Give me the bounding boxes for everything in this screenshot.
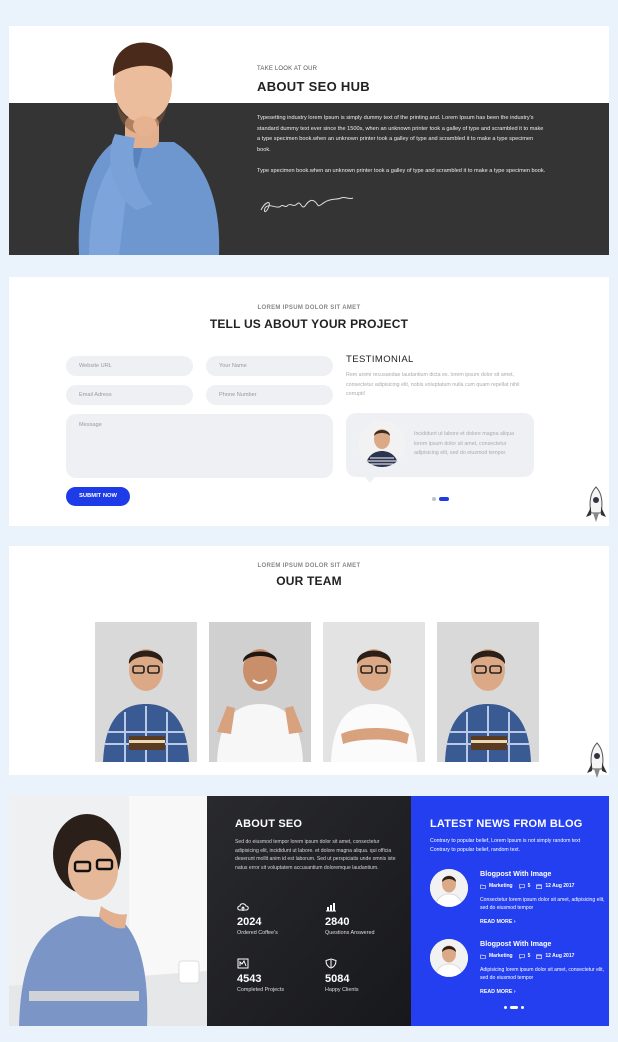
about-seo-panel: ABOUT SEO Sed do eiusmod tempor lorem ip… xyxy=(207,796,411,1026)
cloud-upload-icon xyxy=(237,903,249,911)
team-member-photo[interactable] xyxy=(437,622,539,762)
team-title: OUR TEAM xyxy=(276,574,342,588)
testimonial-title: TESTIMONIAL xyxy=(346,354,414,365)
pagination-dot[interactable] xyxy=(521,1006,524,1009)
stat-value: 2024 xyxy=(237,916,262,928)
team-member-photo[interactable] xyxy=(95,622,197,762)
pagination-dot-active[interactable] xyxy=(439,497,449,501)
blog-panel: LATEST NEWS FROM BLOG Contrary to popula… xyxy=(411,796,609,1026)
blog-post-meta: Marketing 5 12 Aug 2017 xyxy=(480,953,574,959)
testimonial-pagination xyxy=(432,497,449,501)
folder-icon xyxy=(480,954,486,959)
pagination-dot[interactable] xyxy=(432,497,436,501)
bar-chart-icon xyxy=(326,903,336,912)
blog-post-excerpt: Consectetur lorem ipsum dolor sit amet, … xyxy=(480,897,605,912)
testimonial-intro: Rem animi recusandae laudantium dicta es… xyxy=(346,372,520,397)
your-name-field[interactable]: Your Name xyxy=(206,356,333,376)
bottom-section: ABOUT SEO Sed do eiusmod tempor lorem ip… xyxy=(9,796,609,1026)
blog-description: Contrary to popular belief, Lorem Ipsum … xyxy=(430,838,581,853)
stat-value: 2840 xyxy=(325,916,350,928)
read-more-link[interactable]: READ MORE › xyxy=(480,989,516,995)
team-member-photo[interactable] xyxy=(209,622,311,762)
blog-post-title[interactable]: Blogpost With Image xyxy=(480,869,551,878)
about-paragraph-1: Typesetting industry lorem Ipsum is simp… xyxy=(257,115,544,153)
read-more-label: READ MORE xyxy=(480,919,513,925)
about-section: TAKE LOOK AT OUR ABOUT SEO HUB Typesetti… xyxy=(9,26,609,255)
stat-happy-clients: 5084 Happy Clients xyxy=(325,958,359,993)
testimonial-avatar xyxy=(359,421,405,467)
about-title: ABOUT SEO HUB xyxy=(257,79,370,94)
rocket-icon[interactable] xyxy=(584,741,610,781)
project-kicker: LOREM IPSUM DOLOR SIT AMET xyxy=(257,305,361,311)
stat-questions-answered: 2840 Questions Answered xyxy=(325,902,374,936)
stat-completed-projects: 4543 Completed Projects xyxy=(237,958,284,993)
blog-post-comments: 5 xyxy=(527,953,531,959)
comment-icon xyxy=(518,953,525,959)
blog-post-meta: Marketing 5 12 Aug 2017 xyxy=(480,883,574,889)
blog-post-category[interactable]: Marketing xyxy=(489,953,513,959)
thinking-man-image xyxy=(78,42,220,255)
blog-post[interactable]: Blogpost With Image Marketing 5 12 Aug 2… xyxy=(430,869,605,929)
about-seo-description: Sed do eiusmod tempor lorem ipsum dolor … xyxy=(235,839,396,871)
stat-label: Happy Clients xyxy=(325,987,359,993)
stat-value: 4543 xyxy=(237,973,262,985)
blog-post-comments: 5 xyxy=(527,883,531,889)
about-paragraph-2: Type specimen book.when an unknown print… xyxy=(257,168,546,174)
blog-post-excerpt: Adipisicing lorem ipsum dolor sit amet, … xyxy=(480,967,604,982)
phone-field[interactable]: Phone Number xyxy=(206,385,333,405)
blog-post-category[interactable]: Marketing xyxy=(489,883,513,889)
project-section: LOREM IPSUM DOLOR SIT AMET TELL US ABOUT… xyxy=(9,277,609,526)
testimonial-card-tail xyxy=(364,476,376,483)
team-section: LOREM IPSUM DOLOR SIT AMET OUR TEAM xyxy=(9,546,609,778)
email-field[interactable]: Email Adress xyxy=(66,385,193,405)
stat-label: Ordered Coffee's xyxy=(237,930,278,936)
calendar-icon xyxy=(536,954,543,959)
testimonial-quote: Incididunt ut labore et dolore magna ali… xyxy=(414,431,515,456)
blog-pagination xyxy=(504,1006,524,1009)
message-field[interactable]: Message xyxy=(66,414,333,478)
blog-post[interactable]: Blogpost With Image Marketing 5 12 Aug 2… xyxy=(430,939,605,999)
team-member-photo[interactable] xyxy=(323,622,425,762)
rocket-icon[interactable] xyxy=(583,485,609,525)
pagination-dot[interactable] xyxy=(504,1006,507,1009)
stat-label: Completed Projects xyxy=(237,987,285,993)
read-more-link[interactable]: READ MORE › xyxy=(480,919,516,925)
submit-button[interactable]: SUBMIT NOW xyxy=(66,487,130,506)
comment-icon xyxy=(518,883,525,889)
woman-laptop-image xyxy=(9,796,207,1026)
team-kicker: LOREM IPSUM DOLOR SIT AMET xyxy=(257,563,361,569)
blog-post-date: 12 Aug 2017 xyxy=(545,883,575,889)
blog-post-date: 12 Aug 2017 xyxy=(545,953,575,959)
shield-icon xyxy=(325,958,337,969)
calendar-icon xyxy=(536,884,543,889)
folder-icon xyxy=(480,884,486,889)
about-seo-title: ABOUT SEO xyxy=(235,818,303,830)
read-more-label: READ MORE xyxy=(480,989,513,995)
blog-post-title[interactable]: Blogpost With Image xyxy=(480,939,551,948)
chevron-right-icon: › xyxy=(513,989,516,995)
chart-icon xyxy=(237,958,249,969)
about-kicker: TAKE LOOK AT OUR xyxy=(257,66,318,72)
chevron-right-icon: › xyxy=(513,919,516,925)
stat-value: 5084 xyxy=(325,973,350,985)
blog-post-avatar xyxy=(430,939,468,977)
website-url-field[interactable]: Website URL xyxy=(66,356,193,376)
blog-title: LATEST NEWS FROM BLOG xyxy=(430,818,583,830)
project-title: TELL US ABOUT YOUR PROJECT xyxy=(209,317,409,331)
stat-ordered-coffees: 2024 Ordered Coffee's xyxy=(237,902,278,936)
signature-image xyxy=(260,196,354,213)
blog-post-avatar xyxy=(430,869,468,907)
pagination-dot-active[interactable] xyxy=(510,1006,518,1009)
stat-label: Questions Answered xyxy=(325,930,375,936)
